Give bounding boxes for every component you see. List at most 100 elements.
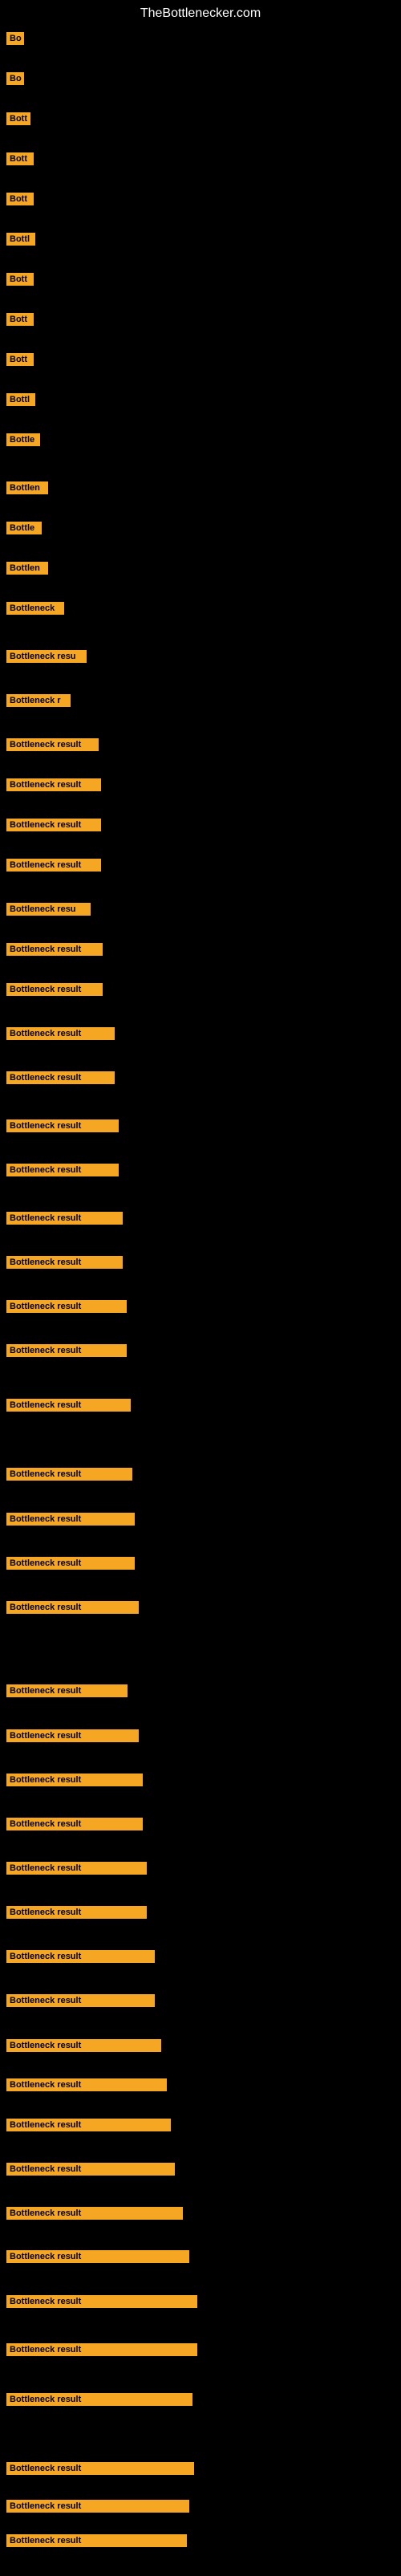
label-box: Bottleneck result: [6, 1119, 119, 1132]
list-item: Bottleneck result: [6, 1994, 155, 2007]
label-box: Bottleneck result: [6, 1027, 115, 1040]
list-item: Bott: [6, 273, 34, 286]
label-box: Bottleneck resu: [6, 903, 91, 916]
label-box: Bottleneck result: [6, 1071, 115, 1084]
list-item: Bottleneck resu: [6, 903, 91, 916]
label-box: Bottleneck result: [6, 1513, 135, 1526]
list-item: Bottleneck result: [6, 2207, 183, 2220]
list-item: Bottleneck result: [6, 2039, 161, 2052]
site-title: TheBottlenecker.com: [0, 0, 401, 24]
label-box: Bott: [6, 313, 34, 326]
list-item: Bottleneck result: [6, 2343, 197, 2356]
list-item: Bottleneck result: [6, 943, 103, 956]
label-box: Bottleneck result: [6, 738, 99, 751]
list-item: Bo: [6, 32, 24, 45]
label-box: Bottleneck result: [6, 2462, 194, 2475]
list-item: Bottleneck result: [6, 1818, 143, 1830]
label-box: Bottleneck result: [6, 1862, 147, 1875]
label-box: Bottleneck result: [6, 1468, 132, 1481]
list-item: Bottleneck result: [6, 1119, 119, 1132]
list-item: Bottleneck result: [6, 2462, 194, 2475]
list-item: Bottleneck result: [6, 1684, 128, 1697]
label-box: Bottleneck result: [6, 2039, 161, 2052]
label-box: Bott: [6, 273, 34, 286]
label-box: Bottleneck result: [6, 2078, 167, 2091]
label-box: Bottl: [6, 233, 35, 246]
label-box: Bottleneck result: [6, 1774, 143, 1786]
label-box: Bottleneck result: [6, 1906, 147, 1919]
list-item: Bottl: [6, 233, 35, 246]
list-item: Bottleneck result: [6, 2119, 171, 2131]
list-item: Bottlen: [6, 481, 48, 494]
label-box: Bottleneck result: [6, 1212, 123, 1225]
label-box: Bottleneck result: [6, 1164, 119, 1176]
list-item: Bottleneck result: [6, 2295, 197, 2308]
list-item: Bottleneck result: [6, 738, 99, 751]
list-item: Bottleneck result: [6, 1950, 155, 1963]
label-box: Bottleneck result: [6, 2500, 189, 2513]
label-box: Bottlen: [6, 562, 48, 575]
list-item: Bottlen: [6, 562, 48, 575]
list-item: Bottle: [6, 433, 40, 446]
list-item: Bottleneck result: [6, 983, 103, 996]
list-item: Bottleneck result: [6, 1557, 135, 1570]
list-item: Bottleneck result: [6, 1027, 115, 1040]
list-item: Bottleneck result: [6, 1256, 123, 1269]
list-item: Bottleneck result: [6, 1071, 115, 1084]
label-box: Bottleneck result: [6, 2343, 197, 2356]
list-item: Bottleneck result: [6, 2250, 189, 2263]
label-box: Bottleneck result: [6, 1557, 135, 1570]
label-box: Bottleneck r: [6, 694, 71, 707]
label-box: Bottleneck result: [6, 1729, 139, 1742]
label-box: Bottleneck result: [6, 1994, 155, 2007]
list-item: Bottleneck resu: [6, 650, 87, 663]
list-item: Bottleneck: [6, 602, 64, 615]
list-item: Bott: [6, 313, 34, 326]
label-box: Bottleneck result: [6, 2393, 192, 2406]
list-item: Bottleneck result: [6, 1774, 143, 1786]
label-box: Bottleneck result: [6, 1684, 128, 1697]
list-item: Bottleneck result: [6, 2500, 189, 2513]
label-box: Bottleneck result: [6, 1344, 127, 1357]
list-item: Bottleneck result: [6, 1468, 132, 1481]
list-item: Bott: [6, 152, 34, 165]
list-item: Bottleneck result: [6, 1399, 131, 1412]
label-box: Bottleneck result: [6, 1818, 143, 1830]
list-item: Bottleneck result: [6, 778, 101, 791]
label-box: Bottle: [6, 433, 40, 446]
list-item: Bottleneck result: [6, 1601, 139, 1614]
label-box: Bott: [6, 112, 30, 125]
label-box: Bottleneck resu: [6, 650, 87, 663]
label-box: Bottleneck result: [6, 2119, 171, 2131]
label-box: Bott: [6, 193, 34, 205]
label-box: Bottleneck: [6, 602, 64, 615]
label-box: Bottleneck result: [6, 859, 101, 872]
label-box: Bottleneck result: [6, 1256, 123, 1269]
label-box: Bottle: [6, 522, 42, 534]
list-item: Bottleneck result: [6, 859, 101, 872]
list-item: Bottleneck result: [6, 1300, 127, 1313]
label-box: Bottl: [6, 393, 35, 406]
list-item: Bo: [6, 72, 24, 85]
list-item: Bottleneck result: [6, 1344, 127, 1357]
label-box: Bott: [6, 353, 34, 366]
label-box: Bottleneck result: [6, 2250, 189, 2263]
label-box: Bottleneck result: [6, 1399, 131, 1412]
label-box: Bottlen: [6, 481, 48, 494]
list-item: Bott: [6, 353, 34, 366]
list-item: Bott: [6, 193, 34, 205]
label-box: Bottleneck result: [6, 2207, 183, 2220]
list-item: Bottleneck result: [6, 1862, 147, 1875]
label-box: Bo: [6, 32, 24, 45]
list-item: Bottleneck result: [6, 819, 101, 831]
list-item: Bottleneck result: [6, 1729, 139, 1742]
label-box: Bottleneck result: [6, 1601, 139, 1614]
label-box: Bottleneck result: [6, 819, 101, 831]
list-item: Bottleneck result: [6, 1906, 147, 1919]
list-item: Bottle: [6, 522, 42, 534]
list-item: Bottleneck result: [6, 1164, 119, 1176]
list-item: Bottleneck r: [6, 694, 71, 707]
label-box: Bottleneck result: [6, 778, 101, 791]
list-item: Bottleneck result: [6, 2078, 167, 2091]
list-item: Bott: [6, 112, 30, 125]
